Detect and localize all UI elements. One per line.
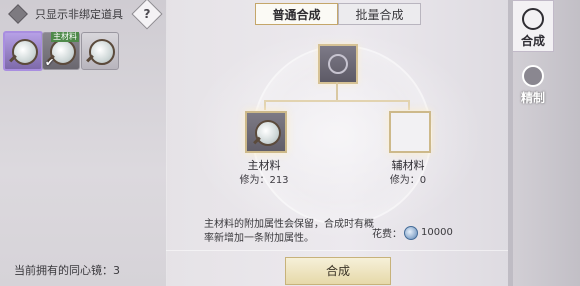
filter-label: 只显示非绑定道具 <box>35 8 123 21</box>
inventory-slot-1[interactable] <box>3 31 43 71</box>
main-material-slot[interactable] <box>245 111 287 153</box>
mirror-icon <box>12 39 38 65</box>
side-tab-compose-label: 合成 <box>520 34 545 48</box>
silver-coin-icon <box>404 225 418 240</box>
inventory-slot-3[interactable] <box>81 32 119 70</box>
side-tab-compose[interactable]: 合成 <box>513 0 554 52</box>
side-tab-refine[interactable]: 精制 <box>513 58 553 108</box>
aux-material-level: 修为：0 <box>389 175 427 186</box>
tab-normal-compose[interactable]: 普通合成 <box>255 3 338 25</box>
mirror-icon <box>255 120 281 146</box>
cost-label: 花费： <box>372 229 402 240</box>
check-icon: ✔ <box>45 56 55 69</box>
question-mark-icon: ? <box>143 7 151 22</box>
side-tab-refine-label: 精制 <box>520 91 545 105</box>
checkbox-diamond-icon[interactable] <box>8 4 28 24</box>
result-slot[interactable] <box>318 44 358 84</box>
side-tabs: 合成 精制 <box>513 0 580 286</box>
cost: 花费： 10000 <box>372 225 453 240</box>
result-gem-icon <box>328 54 348 74</box>
owned-count: 当前拥有的同心镜：3 <box>14 264 120 277</box>
cost-value: 10000 <box>421 227 453 238</box>
inventory-panel: 只显示非绑定道具 ? 主材料 ✔ 当前拥有的同心镜：3 <box>0 0 167 286</box>
compose-mode-tabs: 普通合成 批量合成 <box>255 3 421 25</box>
flame-icon <box>522 65 544 87</box>
help-button[interactable]: ? <box>131 0 163 30</box>
filter-toggle[interactable]: 只显示非绑定道具 <box>8 4 123 24</box>
main-material-tag: 主材料 <box>51 32 79 42</box>
swirl-icon <box>522 8 544 30</box>
tab-batch-compose[interactable]: 批量合成 <box>338 3 421 25</box>
inventory-slot-2[interactable]: 主材料 ✔ <box>42 32 80 70</box>
mirror-icon <box>89 39 115 65</box>
compose-description: 主材料的附加属性会保留，合成时有概率新增加一条附加属性。 <box>204 219 374 244</box>
main-material-level: 修为：213 <box>239 175 289 186</box>
aux-material-slot[interactable] <box>389 111 431 153</box>
compose-button[interactable]: 合成 <box>285 257 391 285</box>
